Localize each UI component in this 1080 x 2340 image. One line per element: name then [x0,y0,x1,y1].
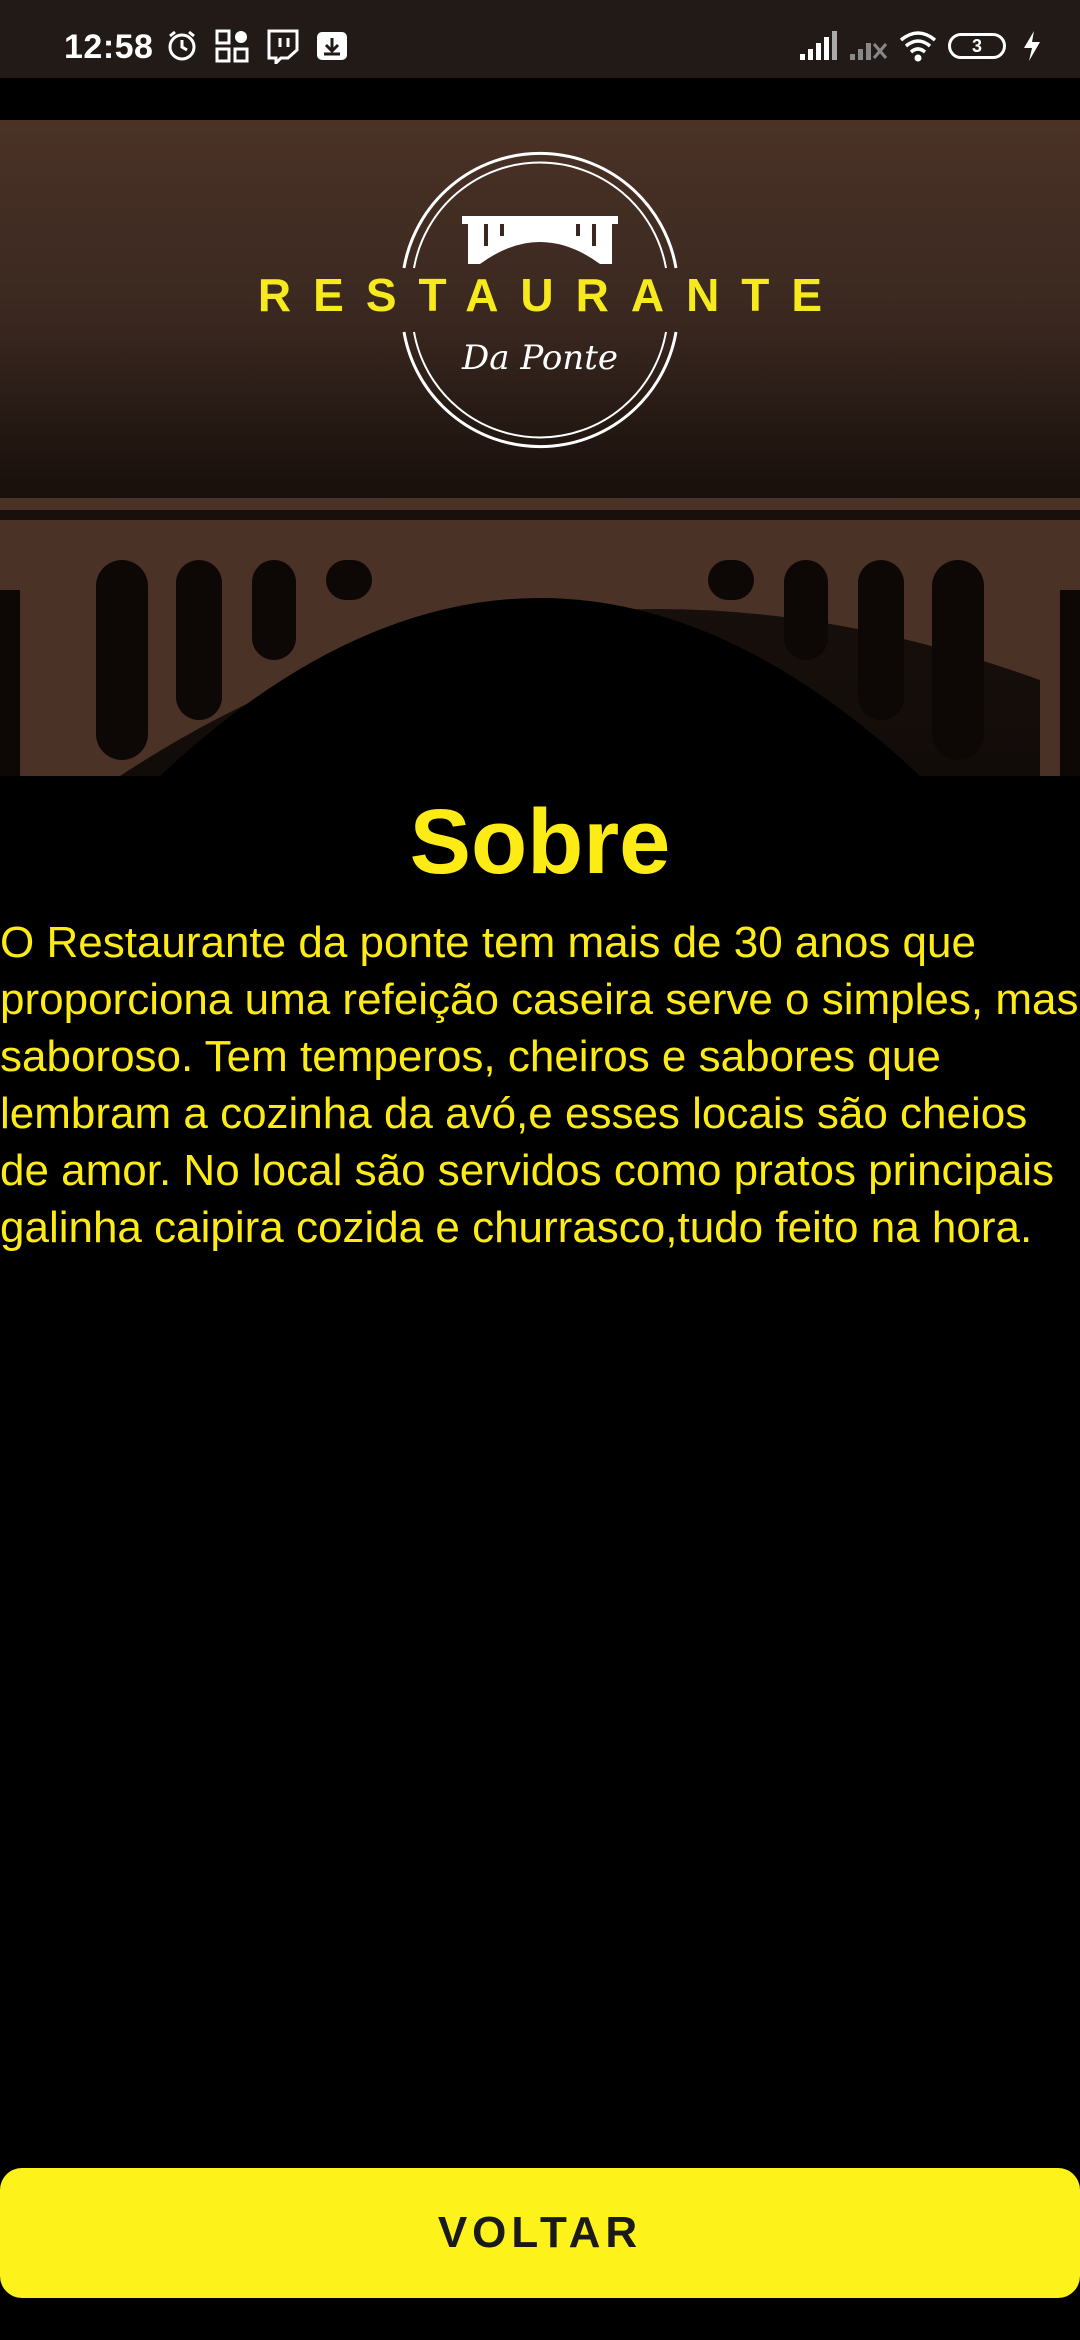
brand-subtitle: Da Ponte [462,338,618,378]
wifi-icon [898,28,937,64]
back-button[interactable]: VOLTAR [0,2168,1080,2298]
page-title: Sobre [409,791,671,893]
about-screen: 12:58 3 RESTAURANTE Da Ponte Sobre O Res… [0,0,1080,2340]
status-right-icons: 3 [798,28,1056,64]
status-time: 12:58 [64,28,154,66]
brand-name: RESTAURANTE [257,269,845,321]
charging-icon [1020,28,1056,64]
about-description: O Restaurante da ponte tem mais de 30 an… [0,918,1079,1252]
restaurant-logo: RESTAURANTE Da Ponte [0,120,1080,480]
status-left-icons [164,28,350,67]
signal-no-sim-icon [848,28,888,64]
status-bar: 12:58 3 [0,0,1080,78]
header-banner: RESTAURANTE Da Ponte [0,120,1080,776]
signal-icon [798,28,837,64]
twitch-icon [264,28,300,67]
apps-grid-icon [214,28,250,64]
alarm-icon [164,28,200,64]
battery-icon: 3 [948,33,1006,59]
download-icon [314,28,350,64]
